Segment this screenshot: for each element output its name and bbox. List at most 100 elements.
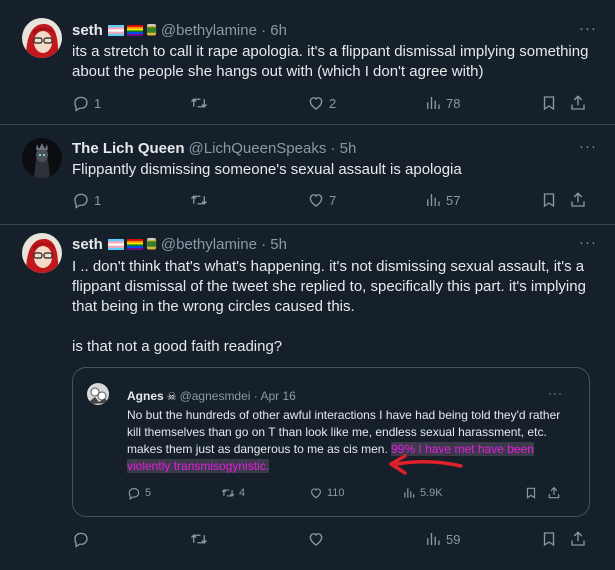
retweet-icon — [191, 98, 207, 108]
retweet-icon — [191, 195, 207, 205]
like-icon — [311, 488, 321, 499]
tweet-header: seth @bethylamine · 5h — [72, 234, 287, 254]
quote-text: No but the hundreds of other awful inter… — [127, 407, 567, 475]
like-button[interactable] — [307, 530, 325, 548]
retweet-button[interactable] — [190, 530, 208, 548]
quote-share-button[interactable] — [547, 486, 561, 500]
quote-more-options-icon[interactable]: ··· — [548, 386, 563, 400]
tweet-text: Flippantly dismissing someone's sexual a… — [72, 161, 462, 178]
rainbow-flag-icon — [126, 24, 143, 36]
quote-retweet-button[interactable]: 4 — [221, 486, 245, 500]
like-button[interactable]: 7 — [307, 191, 336, 209]
quote-like-button[interactable]: 110 — [309, 486, 345, 500]
share-icon — [571, 531, 585, 546]
quote-reply-button[interactable]: 5 — [127, 486, 151, 500]
handle-and-time[interactable]: @bethylamine · 5h — [161, 236, 287, 253]
reply-button[interactable]: 1 — [72, 191, 101, 209]
trans-flag-icon — [107, 24, 124, 36]
share-icon — [548, 486, 560, 499]
tweet-2[interactable]: The Lich Queen @LichQueenSpeaks · 5h ···… — [0, 125, 615, 225]
views-icon — [427, 533, 440, 545]
bookmark-icon — [526, 487, 536, 499]
quote-bookmark-button[interactable] — [524, 486, 538, 500]
tweet-actions: 1 7 57 — [72, 191, 597, 211]
name-emojis — [107, 23, 157, 37]
display-name[interactable]: seth — [72, 236, 103, 253]
can-icon — [146, 237, 156, 250]
handle-and-time[interactable]: @bethylamine · 6h — [161, 22, 287, 39]
like-count: 7 — [329, 192, 337, 208]
views-button[interactable]: 57 — [424, 191, 460, 209]
tweet-header: seth @bethylamine · 6h — [72, 20, 287, 40]
more-options-icon[interactable]: ··· — [579, 138, 597, 155]
retweet-button[interactable] — [190, 191, 208, 209]
bookmark-icon — [543, 193, 555, 208]
share-button[interactable] — [569, 530, 587, 548]
tweet-actions: 59 — [72, 530, 597, 550]
views-icon — [427, 194, 440, 206]
reply-icon — [74, 532, 88, 548]
views-count: 57 — [446, 192, 461, 208]
reply-icon — [74, 193, 88, 209]
bookmark-button[interactable] — [540, 94, 558, 112]
retweet-icon — [221, 489, 235, 497]
display-name[interactable]: The Lich Queen — [72, 140, 185, 157]
more-options-icon[interactable]: ··· — [579, 234, 597, 251]
reply-count: 1 — [94, 192, 102, 208]
tweet-header: The Lich Queen @LichQueenSpeaks · 5h — [72, 138, 356, 158]
retweet-button[interactable] — [190, 94, 208, 112]
display-name[interactable]: seth — [72, 22, 103, 39]
tweet-text: I .. don't think that's what's happening… — [72, 258, 586, 355]
quote-retweet-count: 4 — [239, 487, 246, 499]
quote-handle-and-time[interactable]: @agnesmdei · Apr 16 — [180, 389, 296, 403]
avatar[interactable] — [22, 18, 62, 58]
red-arrow-annotation — [389, 454, 463, 475]
bookmark-button[interactable] — [540, 530, 558, 548]
bookmark-icon — [543, 532, 555, 547]
views-icon — [404, 488, 415, 498]
bookmark-button[interactable] — [540, 191, 558, 209]
quote-header: Agnes ☠ @agnesmdei · Apr 16 — [127, 389, 296, 403]
avatar[interactable] — [22, 138, 62, 178]
reply-count: 1 — [94, 95, 102, 111]
like-count: 2 — [329, 95, 337, 111]
more-options-icon[interactable]: ··· — [579, 20, 597, 37]
share-button[interactable] — [569, 94, 587, 112]
tweet-3[interactable]: seth @bethylamine · 5h ··· I .. don't th… — [0, 225, 615, 570]
quote-avatar[interactable] — [87, 383, 109, 405]
rainbow-flag-icon — [126, 238, 143, 250]
like-button[interactable]: 2 — [307, 94, 336, 112]
trans-flag-icon — [107, 238, 124, 250]
quote-display-name[interactable]: Agnes — [127, 389, 164, 403]
quote-views-button[interactable]: 5.9K — [402, 486, 443, 500]
handle-and-time[interactable]: @LichQueenSpeaks · 5h — [189, 140, 357, 157]
like-icon — [309, 194, 323, 207]
views-button[interactable]: 78 — [424, 94, 460, 112]
tweet-1[interactable]: seth @bethylamine · 6h ··· its a stretch… — [0, 0, 615, 125]
like-icon — [309, 533, 323, 546]
share-button[interactable] — [569, 191, 587, 209]
views-count: 78 — [446, 95, 461, 111]
reply-icon — [74, 96, 88, 112]
reply-icon — [128, 488, 140, 500]
retweet-icon — [191, 534, 207, 544]
quoted-tweet[interactable]: Agnes ☠ @agnesmdei · Apr 16 ··· No but t… — [72, 367, 590, 517]
name-emojis — [107, 237, 157, 251]
like-icon — [309, 97, 323, 110]
tweet-actions: 1 2 78 — [72, 94, 597, 114]
share-icon — [571, 95, 585, 110]
can-icon — [146, 23, 156, 36]
skull-emoji-icon: ☠ — [166, 390, 177, 403]
quote-like-count: 110 — [327, 487, 345, 499]
quote-reply-count: 5 — [145, 487, 152, 499]
reply-button[interactable] — [72, 530, 90, 548]
tweet-text: its a stretch to call it rape apologia. … — [72, 43, 593, 80]
quote-actions: 5 4 110 5.9K — [127, 486, 567, 502]
reply-button[interactable]: 1 — [72, 94, 101, 112]
avatar[interactable] — [22, 233, 62, 273]
views-icon — [427, 97, 440, 109]
views-count: 59 — [446, 531, 461, 547]
share-icon — [571, 192, 585, 207]
views-button[interactable]: 59 — [424, 530, 460, 548]
quote-views-count: 5.9K — [420, 487, 443, 499]
